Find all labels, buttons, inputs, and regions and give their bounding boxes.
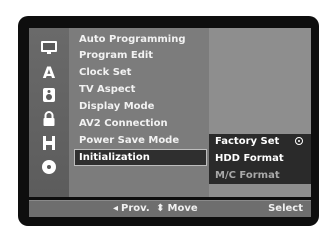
recording-icon[interactable] xyxy=(39,134,59,152)
menu-item-display-mode[interactable]: Display Mode xyxy=(75,99,207,114)
select-hint: Select xyxy=(268,203,303,214)
settings-menu: Auto Programming Program Edit Clock Set … xyxy=(69,28,209,197)
menu-item-av2-connection[interactable]: AV2 Connection xyxy=(75,116,207,131)
initialization-submenu: Factory Set HDD Format M/C Format xyxy=(209,28,311,197)
prev-arrow-icon: ◂ xyxy=(113,203,119,214)
footer-help-bar: ◂ Prov. ⬍ Move Select xyxy=(29,200,311,217)
prev-label: Prov. xyxy=(121,203,150,214)
menu-item-initialization[interactable]: Initialization xyxy=(74,149,207,166)
radio-indicator-icon xyxy=(295,137,303,145)
category-icon-column: A xyxy=(29,28,69,197)
submenu-item-hdd-format[interactable]: HDD Format xyxy=(209,151,311,167)
menu-item-clock-set[interactable]: Clock Set xyxy=(75,65,207,80)
disc-icon[interactable] xyxy=(39,158,59,176)
setup-icon[interactable] xyxy=(39,38,59,56)
submenu-item-label: Factory Set xyxy=(215,136,280,147)
submenu-item-factory-set[interactable]: Factory Set xyxy=(209,134,311,150)
setup-menu-panel: A Auto Programming Program Edit Clock Se… xyxy=(29,28,311,197)
tv-screen: A Auto Programming Program Edit Clock Se… xyxy=(18,16,319,226)
audio-icon[interactable] xyxy=(39,86,59,104)
footer-navigation-hints: ◂ Prov. ⬍ Move xyxy=(113,201,201,217)
menu-item-power-save-mode[interactable]: Power Save Mode xyxy=(75,133,207,148)
menu-item-program-edit[interactable]: Program Edit xyxy=(75,48,207,63)
move-arrows-icon: ⬍ xyxy=(156,203,165,214)
move-label: Move xyxy=(167,203,198,214)
submenu-item-mc-format: M/C Format xyxy=(215,170,280,181)
language-icon[interactable]: A xyxy=(39,63,59,82)
lock-icon[interactable] xyxy=(39,110,59,128)
menu-item-auto-programming[interactable]: Auto Programming xyxy=(75,32,207,47)
menu-item-tv-aspect[interactable]: TV Aspect xyxy=(75,82,207,97)
